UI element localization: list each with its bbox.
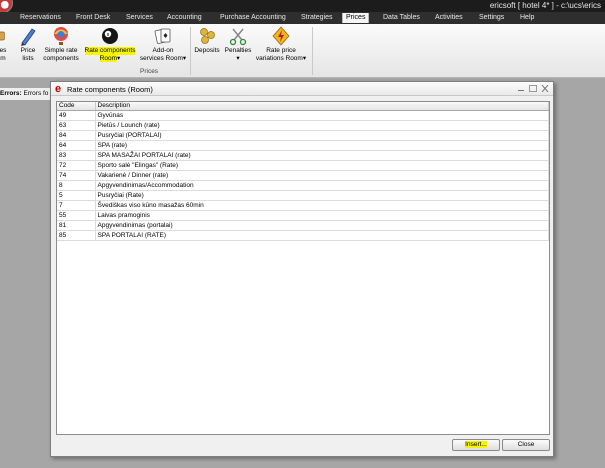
deposits-button[interactable]: Deposits — [192, 26, 222, 55]
cell-description: SPA (rate) — [95, 140, 549, 151]
table-row[interactable]: 5 Pusryčiai (Rate) — [57, 190, 549, 201]
tab-front-desk[interactable]: Front Desk — [73, 13, 113, 23]
cell-code: 5 — [57, 190, 96, 201]
table-row[interactable]: 85 SPA PORTALAI (RATE) — [57, 230, 549, 241]
table-row[interactable]: 74 Vakarienė / Dinner (rate) — [57, 170, 549, 181]
cell-description: Gyvūnas — [95, 110, 549, 121]
eight-ball-icon: 8 — [102, 28, 118, 44]
cell-code: 7 — [57, 200, 96, 211]
title-bar: ericsoft [ hotel 4* ] - c:\ucs\erics — [0, 0, 605, 13]
cell-code: 49 — [57, 110, 96, 121]
rate-components-grid[interactable]: Code Description 49 Gyvūnas 63 Pietūs / Lo… — [56, 101, 550, 435]
addon-services-room-button[interactable]: Add-on services Room▾ — [139, 26, 187, 62]
cell-code: 84 — [57, 130, 96, 141]
ribbon: es m Price lists Simple rate components … — [0, 24, 605, 78]
cell-description: Apgyvendinimas (portalai) — [95, 220, 549, 231]
dropdown-arrow-icon: ▾ — [302, 54, 307, 62]
tab-purchase-accounting[interactable]: Purchase Accounting — [217, 13, 289, 23]
cell-code: 64 — [57, 140, 96, 151]
penalties-button[interactable]: Penalties ▾ — [222, 26, 254, 62]
price-lists-button[interactable]: Price lists — [16, 26, 40, 62]
table-row[interactable]: 72 Sporto salė "Elingas" (Rate) — [57, 160, 549, 171]
table-row[interactable]: 8 Apgyvendinimas/Accommodation — [57, 180, 549, 191]
column-header-description[interactable]: Description — [95, 102, 549, 111]
ribbon-separator — [312, 27, 313, 75]
ribbon-button-partial[interactable]: es m — [0, 26, 10, 62]
cell-description: Apgyvendinimas/Accommodation — [95, 180, 549, 191]
cell-code: 74 — [57, 170, 96, 181]
tab-settings[interactable]: Settings — [476, 13, 507, 23]
table-row[interactable]: 55 Laivas pramoginis — [57, 210, 549, 221]
cell-description: Laivas pramoginis — [95, 210, 549, 221]
cell-description: SPA PORTALAI (RATE) — [95, 230, 549, 241]
close-icon[interactable] — [541, 84, 549, 93]
minimize-icon[interactable] — [517, 85, 525, 92]
tab-strategies[interactable]: Strategies — [298, 13, 336, 23]
maximize-icon[interactable] — [529, 85, 537, 92]
table-row[interactable]: 83 SPA MASAŽAI PORTALAI (rate) — [57, 150, 549, 161]
cell-code: 85 — [57, 230, 96, 241]
tab-accounting[interactable]: Accounting — [164, 13, 205, 23]
playing-cards-icon — [154, 28, 171, 44]
cell-description: Švediškas viso kūno masažas 60min — [95, 200, 549, 211]
ribbon-group-label: Prices — [140, 68, 159, 75]
table-row[interactable]: 64 SPA (rate) — [57, 140, 549, 151]
insert-button-label: Insert... — [465, 441, 487, 448]
dialog-title-bar[interactable]: e Rate components (Room) — [51, 82, 553, 96]
dropdown-arrow-icon: ▾ — [182, 54, 187, 62]
table-row[interactable]: 81 Apgyvendinimas (portalai) — [57, 220, 549, 231]
cell-description: Pusryčiai (Rate) — [95, 190, 549, 201]
cell-code: 83 — [57, 150, 96, 161]
close-button[interactable]: Close — [502, 439, 550, 451]
pen-icon — [21, 28, 36, 46]
menu-bar: Reservations Front Desk Services Account… — [0, 12, 605, 24]
scissors-icon — [229, 28, 247, 46]
errors-panel: Errors: Errors fo — [0, 88, 52, 100]
cell-description: Pusryčiai (PORTALAI) — [95, 130, 549, 141]
cell-description: SPA MASAŽAI PORTALAI (rate) — [95, 150, 549, 161]
coins-icon — [200, 28, 215, 44]
cell-code: 81 — [57, 220, 96, 231]
hot-air-balloon-icon — [54, 27, 68, 45]
tab-help[interactable]: Help — [517, 13, 537, 23]
column-header-code[interactable]: Code — [57, 102, 96, 111]
ribbon-separator — [190, 27, 191, 75]
cell-code: 72 — [57, 160, 96, 171]
price-tag-icon — [0, 31, 5, 41]
dropdown-arrow-icon: ▾ — [117, 54, 121, 62]
tab-data-tables[interactable]: Data Tables — [380, 13, 423, 23]
cell-description: Vakarienė / Dinner (rate) — [95, 170, 549, 181]
errors-text: Errors fo — [23, 90, 49, 97]
cell-description: Pietūs / Lounch (rate) — [95, 120, 549, 131]
dialog-title: Rate components (Room) — [67, 85, 153, 94]
cell-code: 55 — [57, 210, 96, 221]
ericsoft-e-icon: e — [55, 83, 62, 95]
rate-components-table: Code Description 49 Gyvūnas 63 Pietūs / Lo… — [57, 102, 549, 241]
tab-reservations[interactable]: Reservations — [17, 13, 64, 23]
lightning-tag-icon — [272, 26, 290, 46]
window-title: ericsoft [ hotel 4* ] - c:\ucs\erics — [489, 1, 601, 10]
rate-components-dialog: e Rate components (Room) Code Descriptio… — [50, 81, 554, 457]
cell-code: 63 — [57, 120, 96, 131]
tab-prices[interactable]: Prices — [342, 13, 370, 23]
table-row[interactable]: 49 Gyvūnas — [57, 110, 549, 121]
rate-price-variations-room-button[interactable]: Rate price variations Room▾ — [255, 26, 307, 62]
rate-components-room-button[interactable]: 8 Rate components Room▾ — [82, 26, 138, 62]
table-row[interactable]: 7 Švediškas viso kūno masažas 60min — [57, 200, 549, 211]
tab-activities[interactable]: Activities — [432, 13, 466, 23]
tab-services[interactable]: Services — [123, 13, 156, 23]
errors-label: Errors: — [0, 90, 22, 97]
table-header-row: Code Description — [57, 102, 549, 111]
table-row[interactable]: 63 Pietūs / Lounch (rate) — [57, 120, 549, 131]
cell-code: 8 — [57, 180, 96, 191]
dropdown-arrow-icon: ▾ — [236, 54, 240, 62]
simple-rate-components-button[interactable]: Simple rate components — [41, 26, 81, 62]
table-row[interactable]: 84 Pusryčiai (PORTALAI) — [57, 130, 549, 141]
insert-button[interactable]: Insert... — [452, 439, 500, 451]
cell-description: Sporto salė "Elingas" (Rate) — [95, 160, 549, 171]
